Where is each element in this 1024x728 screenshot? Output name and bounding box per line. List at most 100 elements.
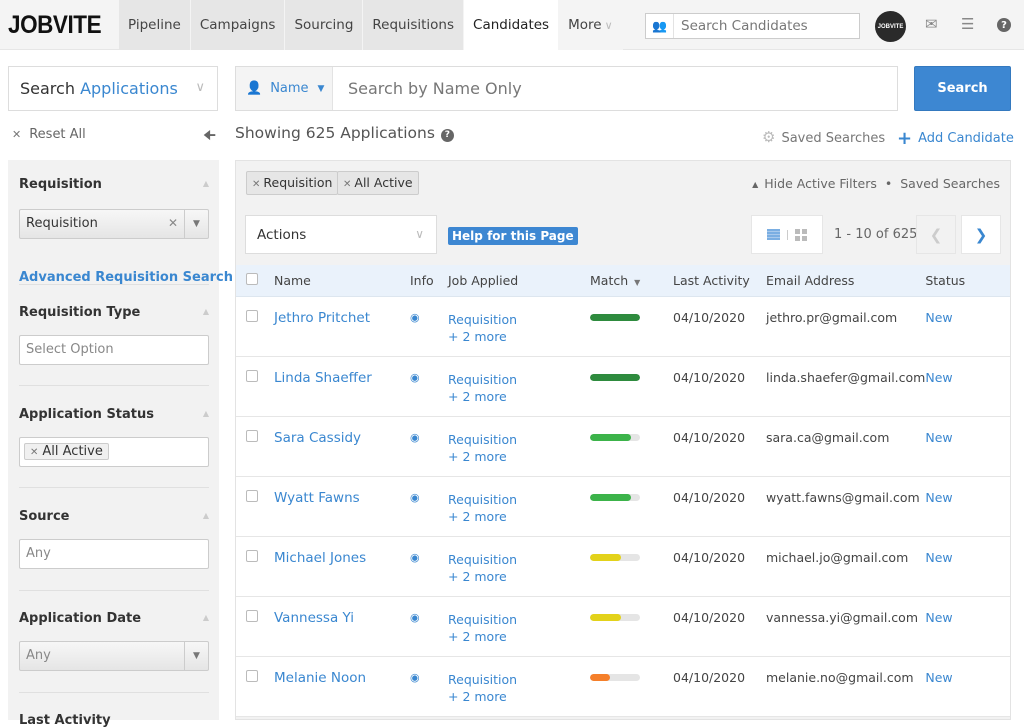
user-avatar[interactable]: JOBVITE <box>875 11 906 42</box>
previous-page-button[interactable]: ❮ <box>916 215 956 254</box>
collapse-up-icon[interactable]: ▲ <box>203 307 209 316</box>
eye-icon[interactable]: ◉ <box>410 671 420 684</box>
row-checkbox[interactable] <box>246 429 258 442</box>
column-header-status[interactable]: Status <box>925 265 1010 297</box>
numbered-list-icon[interactable]: ☰ <box>961 15 974 33</box>
job-applied-link[interactable]: Requisition <box>448 310 590 329</box>
eye-icon[interactable]: ◉ <box>410 611 420 624</box>
eye-icon[interactable]: ◉ <box>410 491 420 504</box>
saved-searches-link[interactable]: ⚙ Saved Searches <box>762 128 885 146</box>
candidate-name-link[interactable]: Michael Jones <box>274 550 366 566</box>
row-checkbox[interactable] <box>246 549 258 562</box>
column-header-job-applied[interactable]: Job Applied <box>448 265 590 297</box>
job-applied-link[interactable]: Requisition <box>448 490 590 509</box>
actions-dropdown[interactable]: Actions ∨ <box>245 215 437 254</box>
add-candidate-link[interactable]: + Add Candidate <box>897 128 1014 149</box>
more-jobs-link[interactable]: + 2 more <box>448 569 590 584</box>
more-jobs-link[interactable]: + 2 more <box>448 389 590 404</box>
remove-tag-icon[interactable]: ✕ <box>30 447 38 458</box>
job-applied-link[interactable]: Requisition <box>448 670 590 689</box>
job-applied-link[interactable]: Requisition <box>448 430 590 449</box>
match-bar <box>590 433 640 441</box>
column-header-last-activity[interactable]: Last Activity <box>673 265 766 297</box>
column-header-name[interactable]: Name <box>274 265 410 297</box>
nav-requisitions[interactable]: Requisitions <box>363 0 465 50</box>
grid-view-icon[interactable] <box>795 228 807 241</box>
dropdown-arrow-icon[interactable]: ▼ <box>184 642 208 670</box>
job-applied-link[interactable]: Requisition <box>448 610 590 629</box>
row-checkbox[interactable] <box>246 489 258 502</box>
status-link[interactable]: New <box>925 430 952 445</box>
more-jobs-link[interactable]: + 2 more <box>448 689 590 704</box>
more-jobs-link[interactable]: + 2 more <box>448 329 590 344</box>
reset-all-button[interactable]: ✕ Reset All <box>12 127 86 142</box>
name-search-input[interactable] <box>333 67 897 110</box>
next-page-button[interactable]: ❯ <box>961 215 1001 254</box>
hide-active-filters-link[interactable]: ▲ Hide Active Filters <box>752 176 877 191</box>
candidate-name-link[interactable]: Wyatt Fawns <box>274 490 360 506</box>
application-date-select[interactable]: Any ▼ <box>19 641 209 671</box>
collapse-up-icon[interactable]: ▲ <box>203 409 209 418</box>
more-jobs-link[interactable]: + 2 more <box>448 509 590 524</box>
advanced-requisition-search-link[interactable]: Advanced Requisition Search <box>19 270 233 285</box>
nav-pipeline[interactable]: Pipeline <box>119 0 191 50</box>
help-icon[interactable]: ? <box>997 18 1011 32</box>
help-for-page-button[interactable]: Help for this Page <box>448 227 578 245</box>
list-view-icon[interactable] <box>767 229 780 240</box>
status-link[interactable]: New <box>925 310 952 325</box>
requisition-type-select[interactable]: Select Option <box>19 335 209 365</box>
requisition-select[interactable]: Requisition ✕ ▼ <box>19 209 209 239</box>
dropdown-arrow-icon[interactable]: ▼ <box>184 210 208 238</box>
eye-icon[interactable]: ◉ <box>410 311 420 324</box>
row-checkbox[interactable] <box>246 669 258 682</box>
mail-icon[interactable]: ✉ <box>925 15 938 33</box>
status-link[interactable]: New <box>925 550 952 565</box>
saved-searches-link-2[interactable]: Saved Searches <box>900 176 1000 191</box>
application-status-input[interactable]: ✕ All Active <box>19 437 209 467</box>
eye-icon[interactable]: ◉ <box>410 371 420 384</box>
chevron-down-icon: ∨ <box>195 80 205 95</box>
nav-more[interactable]: More ∨ <box>559 0 623 50</box>
source-input[interactable]: Any <box>19 539 209 569</box>
column-header-match[interactable]: Match ▼ <box>590 265 673 297</box>
eye-icon[interactable]: ◉ <box>410 431 420 444</box>
candidate-name-link[interactable]: Melanie Noon <box>274 670 366 686</box>
candidate-name-link[interactable]: Linda Shaeffer <box>274 370 372 386</box>
email-address: vannessa.yi@gmail.com <box>766 609 919 625</box>
more-jobs-link[interactable]: + 2 more <box>448 449 590 464</box>
row-checkbox[interactable] <box>246 609 258 622</box>
search-candidates-input[interactable] <box>674 18 854 34</box>
remove-filter-icon[interactable]: ✕ <box>252 179 260 190</box>
candidate-search: 👥 <box>645 13 860 39</box>
collapse-panel-icon[interactable]: 🠈 <box>203 125 216 149</box>
search-button[interactable]: Search <box>914 66 1011 111</box>
eye-icon[interactable]: ◉ <box>410 551 420 564</box>
more-jobs-link[interactable]: + 2 more <box>448 629 590 644</box>
status-link[interactable]: New <box>925 490 952 505</box>
job-applied-link[interactable]: Requisition <box>448 550 590 569</box>
candidate-name-link[interactable]: Vannessa Yi <box>274 610 354 626</box>
search-field-dropdown[interactable]: 👤 Name ▼ <box>236 67 333 110</box>
filter-label: Last Activity <box>19 713 111 728</box>
row-checkbox[interactable] <box>246 369 258 382</box>
nav-candidates[interactable]: Candidates <box>464 0 560 50</box>
jobvite-logo[interactable]: JOBVITE <box>8 11 102 40</box>
collapse-up-icon[interactable]: ▲ <box>203 613 209 622</box>
column-header-email[interactable]: Email Address <box>766 265 926 297</box>
candidate-name-link[interactable]: Jethro Pritchet <box>274 310 370 326</box>
remove-filter-icon[interactable]: ✕ <box>343 179 351 190</box>
job-applied-link[interactable]: Requisition <box>448 370 590 389</box>
clear-icon[interactable]: ✕ <box>168 216 178 230</box>
collapse-up-icon[interactable]: ▲ <box>203 511 209 520</box>
select-all-checkbox[interactable] <box>246 272 258 285</box>
status-link[interactable]: New <box>925 670 952 685</box>
collapse-up-icon[interactable]: ▲ <box>203 179 209 188</box>
nav-campaigns[interactable]: Campaigns <box>190 0 286 50</box>
status-link[interactable]: New <box>925 610 952 625</box>
status-link[interactable]: New <box>925 370 952 385</box>
search-mode-dropdown[interactable]: Search Applications ∨ <box>8 66 218 111</box>
help-icon[interactable]: ? <box>440 129 454 142</box>
nav-sourcing[interactable]: Sourcing <box>285 0 364 50</box>
candidate-name-link[interactable]: Sara Cassidy <box>274 430 361 446</box>
row-checkbox[interactable] <box>246 309 258 322</box>
